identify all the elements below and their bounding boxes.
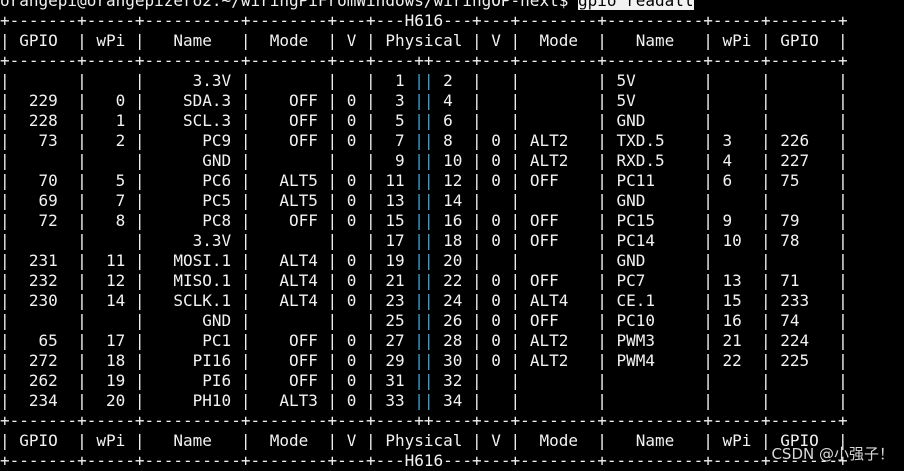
table-row: | 73 | 2 | PC9 | OFF | 0 | 7 || 8 | 0 | … <box>0 131 848 150</box>
table-row: | 230 | 14 | SCLK.1 | ALT4 | 0 | 23 || 2… <box>0 291 848 310</box>
table-footer-separator: +-------+-----+----------+--------+---+-… <box>0 411 848 430</box>
prompt-line: orangepi@orangepizero2:~/wiringPiFromWin… <box>0 0 694 11</box>
table-header-row: | GPIO | wPi | Name | Mode | V | Physica… <box>0 31 848 50</box>
table-row: | | | GND | | | 9 || 10 | 0 | ALT2 | RXD… <box>0 151 848 170</box>
table-row: | 229 | 0 | SDA.3 | OFF | 0 | 3 || 4 | |… <box>0 91 848 110</box>
table-bottom-border: +-------+-----+----------+--------+---+-… <box>0 451 848 470</box>
table-row: | 65 | 17 | PC1 | OFF | 0 | 27 || 28 | 0… <box>0 331 848 350</box>
table-row: | 70 | 5 | PC6 | ALT5 | 0 | 11 || 12 | 0… <box>0 171 848 190</box>
shell-prompt: orangepi@orangepizero2:~/wiringPiFromWin… <box>0 0 578 10</box>
table-row: | 72 | 8 | PC8 | OFF | 0 | 15 || 16 | 0 … <box>0 211 848 230</box>
table-row: | 228 | 1 | SCL.3 | OFF | 0 | 5 || 6 | |… <box>0 111 848 130</box>
table-row: | | | 3.3V | | | 17 || 18 | 0 | OFF | PC… <box>0 231 848 250</box>
table-row: | 262 | 19 | PI6 | OFF | 0 | 31 || 32 | … <box>0 371 848 390</box>
table-row: | | | 3.3V | | | 1 || 2 | | | 5V | | | <box>0 71 848 90</box>
command-text: gpio readall <box>577 0 694 10</box>
table-footer-header-row: | GPIO | wPi | Name | Mode | V | Physica… <box>0 431 848 450</box>
table-row: | | | GND | | | 25 || 26 | 0 | OFF | PC1… <box>0 311 848 330</box>
table-header-separator: +-------+-----+----------+--------+---+-… <box>0 51 848 70</box>
table-row: | 232 | 12 | MISO.1 | ALT4 | 0 | 21 || 2… <box>0 271 848 290</box>
watermark: CSDN @小强子！ <box>771 445 894 463</box>
table-top-border: +-------+-----+----------+--------+---+-… <box>0 11 848 30</box>
table-row: | 272 | 18 | PI16 | OFF | 0 | 29 || 30 |… <box>0 351 848 370</box>
table-row: | 69 | 7 | PC5 | ALT5 | 0 | 13 || 14 | |… <box>0 191 848 210</box>
terminal-window[interactable]: orangepi@orangepizero2:~/wiringPiFromWin… <box>0 0 904 470</box>
table-row: | 231 | 11 | MOSI.1 | ALT4 | 0 | 19 || 2… <box>0 251 848 270</box>
table-row: | 234 | 20 | PH10 | ALT3 | 0 | 33 || 34 … <box>0 391 848 410</box>
